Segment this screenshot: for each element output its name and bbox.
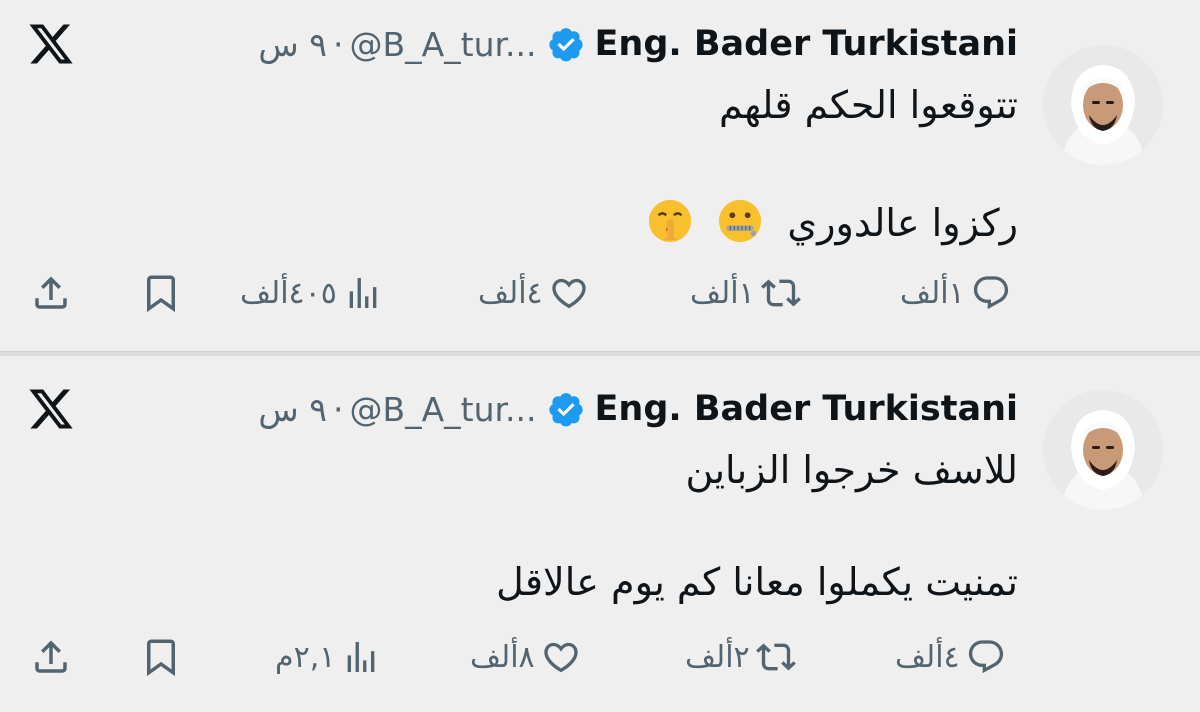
tweet-text-line: تمنيت يكملوا معانا كم يوم عالاقل	[496, 560, 1018, 604]
heart-icon	[549, 273, 589, 313]
dot-separator: ·	[332, 389, 344, 429]
tweet-header: Eng. Bader Turkistani @B_A_tur... · ٩ س	[258, 383, 1018, 435]
bookmark-icon[interactable]	[140, 636, 182, 678]
reply-button[interactable]: ١ألف	[900, 268, 1011, 318]
like-button[interactable]: ٤ألف	[478, 268, 589, 318]
author-handle[interactable]: @B_A_tur...	[349, 25, 536, 64]
repost-icon	[760, 273, 801, 313]
heart-icon	[541, 637, 581, 677]
repost-button[interactable]: ١ألف	[690, 268, 801, 318]
tweet-text-line: تتوقعوا الحكم قلهم	[718, 83, 1018, 127]
like-count: ٤ألف	[478, 275, 543, 311]
tweet-actions: ٤ألف ٢ألف ٨ألف ٢,١م	[0, 632, 1200, 682]
author-name[interactable]: Eng. Bader Turkistani	[595, 24, 1018, 64]
author-handle[interactable]: @B_A_tur...	[349, 390, 536, 429]
views-count: ٤٠٥ألف	[240, 275, 337, 311]
views-chart-icon	[341, 637, 381, 677]
repost-count: ١ألف	[690, 275, 755, 311]
repost-count: ٢ألف	[685, 639, 750, 675]
verified-badge-icon	[547, 390, 585, 428]
x-logo-icon	[26, 20, 76, 68]
views-button[interactable]: ٤٠٥ألف	[240, 268, 383, 318]
share-icon[interactable]	[30, 636, 72, 678]
tweet-actions: ١ألف ١ألف ٤ألف ٤٠٥ألف	[0, 268, 1200, 318]
repost-button[interactable]: ٢ألف	[685, 632, 796, 682]
avatar-image	[1043, 390, 1163, 510]
like-button[interactable]: ٨ألف	[470, 632, 581, 682]
timestamp[interactable]: ٩ س	[258, 390, 327, 429]
views-count: ٢,١م	[275, 639, 336, 675]
shushing-face-icon	[647, 198, 693, 244]
like-count: ٨ألف	[470, 639, 535, 675]
author-name[interactable]: Eng. Bader Turkistani	[595, 389, 1018, 429]
reply-count: ١ألف	[900, 275, 965, 311]
views-button[interactable]: ٢,١م	[275, 632, 381, 682]
zipper-mouth-face-icon	[717, 198, 763, 244]
views-chart-icon	[343, 273, 383, 313]
tweet-text-line: ركزوا عالدوري	[647, 198, 1018, 245]
verified-badge-icon	[547, 25, 585, 63]
tweet-card[interactable]: Eng. Bader Turkistani @B_A_tur... · ٩ س …	[0, 0, 1200, 352]
reply-icon	[966, 637, 1006, 677]
share-icon[interactable]	[30, 272, 72, 314]
tweet-card[interactable]: Eng. Bader Turkistani @B_A_tur... · ٩ س …	[0, 355, 1200, 712]
reply-button[interactable]: ٤ألف	[895, 632, 1006, 682]
avatar-image	[1043, 45, 1163, 165]
reply-count: ٤ألف	[895, 639, 960, 675]
x-logo-icon	[26, 385, 76, 433]
timestamp[interactable]: ٩ س	[258, 25, 327, 64]
repost-icon	[755, 637, 796, 677]
tweet-text-content: ركزوا عالدوري	[787, 201, 1018, 245]
avatar[interactable]	[1043, 390, 1163, 510]
tweet-text-line: للاسف خرجوا الزباين	[685, 448, 1018, 492]
bookmark-icon[interactable]	[140, 272, 182, 314]
dot-separator: ·	[332, 24, 344, 64]
tweet-header: Eng. Bader Turkistani @B_A_tur... · ٩ س	[258, 18, 1018, 70]
avatar[interactable]	[1043, 45, 1163, 165]
reply-icon	[971, 273, 1011, 313]
